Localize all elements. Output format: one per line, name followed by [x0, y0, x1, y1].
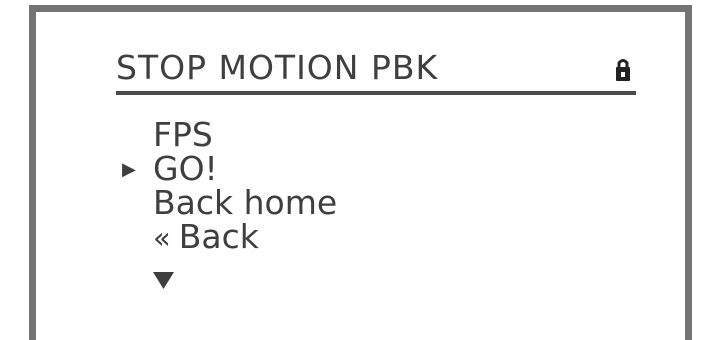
title-underline: [116, 91, 636, 95]
screen-header: STOP MOTION PBK: [116, 46, 636, 98]
menu-item-label: GO!: [153, 149, 218, 188]
down-triangle-icon: [153, 272, 174, 289]
menu-item-fps[interactable]: FPS: [116, 118, 496, 152]
right-triangle-icon: ▶: [122, 159, 136, 180]
stop-motion-menu: FPS ▶ GO! Back home «Back: [116, 118, 496, 289]
back-menu-label-wrap: «Back: [153, 217, 259, 256]
menu-item-go[interactable]: ▶ GO!: [116, 152, 496, 186]
device-display: STOP MOTION PBK FPS ▶ GO! Back home «Bac…: [29, 5, 692, 340]
menu-item-label: Back home: [153, 183, 338, 222]
lock-icon: [616, 59, 630, 81]
page-title: STOP MOTION PBK: [116, 48, 439, 87]
double-left-chevron-icon: «: [153, 221, 171, 255]
menu-item-label: FPS: [153, 115, 213, 154]
menu-item-back-home[interactable]: Back home: [116, 186, 496, 220]
menu-item-back[interactable]: «Back: [116, 217, 496, 256]
menu-item-label: Back: [178, 217, 259, 256]
